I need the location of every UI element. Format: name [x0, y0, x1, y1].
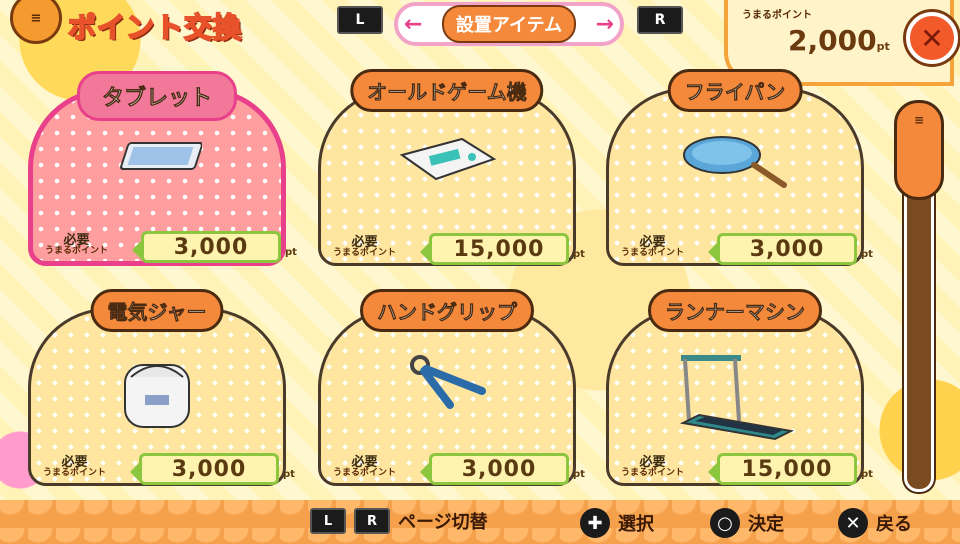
item-card-old-game-console[interactable]: オールドゲーム機 必要 うまるポイント 15,000 pt [318, 69, 585, 266]
cost-caption: 必要 うまるポイント [43, 455, 107, 478]
item-card-frying-pan[interactable]: フライパン 必要 うまるポイント 3,000 pt [606, 69, 873, 266]
item-name: 電気ジャー [90, 289, 224, 332]
category-prev-arrow-icon[interactable]: ← [404, 12, 422, 37]
cost-row: 必要 うまるポイント 3,000 pt [609, 231, 879, 271]
dpad-icon: ✚ [580, 508, 610, 538]
cost-value: 3,000 [132, 231, 281, 263]
cost-unit: pt [573, 469, 585, 480]
title-area: ≡ ポイント交換 [10, 0, 243, 50]
confirm-label: 決定 [748, 514, 784, 535]
game-console-icon [392, 131, 502, 191]
treadmill-icon [675, 351, 795, 445]
rice-cooker-icon [117, 351, 197, 437]
close-icon[interactable]: ✕ [906, 12, 958, 64]
r-shoulder-button[interactable]: R [637, 6, 683, 34]
frying-pan-icon [680, 131, 790, 195]
item-name: ランナーマシン [648, 289, 822, 332]
cost-value: 3,000 [708, 233, 857, 265]
cost-row: 必要 うまるポイント 15,000 pt [321, 231, 591, 271]
cost-caption: 必要 うまるポイント [621, 455, 685, 478]
circle-button-icon: ○ [710, 508, 740, 538]
cost-value: 15,000 [420, 233, 569, 265]
category-selector[interactable]: ← 設置アイテム → [394, 2, 624, 46]
cost-row: 必要 うまるポイント 3,000 pt [31, 451, 301, 491]
l-button-icon: L [310, 508, 346, 534]
hamster-mascot-icon: ≡ [10, 0, 62, 44]
hand-grip-icon [402, 351, 492, 415]
r-button-icon: R [354, 508, 390, 534]
item-card-rice-cooker[interactable]: 電気ジャー 必要 うまるポイント 3,000 pt [28, 289, 295, 486]
points-label: うまるポイント [742, 10, 812, 21]
cost-unit: pt [861, 469, 873, 480]
category-label: 設置アイテム [441, 5, 577, 43]
back-label: 戻る [876, 514, 912, 535]
points-unit: pt [876, 40, 890, 53]
category-next-arrow-icon[interactable]: → [596, 12, 614, 37]
points-value: 2,000pt [788, 24, 890, 57]
cost-row: 必要 うまるポイント 15,000 pt [609, 451, 879, 491]
select-hint: ✚ 選択 [580, 508, 654, 538]
item-card-hand-grip[interactable]: ハンドグリップ 必要 うまるポイント 3,000 pt [318, 289, 585, 486]
cost-unit: pt [573, 249, 585, 260]
cost-value: 3,000 [420, 453, 569, 485]
cost-caption: 必要 うまるポイント [333, 235, 397, 258]
item-name: ハンドグリップ [360, 289, 534, 332]
l-shoulder-button[interactable]: L [337, 6, 383, 34]
cost-caption: 必要 うまるポイント [621, 235, 685, 258]
cost-caption: 必要 うまるポイント [333, 455, 397, 478]
page-switch-label: ページ切替 [398, 512, 488, 533]
scrollbar-thumb[interactable]: ≡ [894, 100, 944, 200]
item-name: タブレット [76, 71, 238, 121]
control-hints-bar: L R ページ切替 ✚ 選択 ○ 決定 ✕ 戻る [0, 500, 960, 544]
item-card-tablet[interactable]: タブレット 必要 うまるポイント 3,000 pt [28, 71, 297, 266]
cost-unit: pt [283, 469, 295, 480]
cross-button-icon: ✕ [838, 508, 868, 538]
confirm-hint: ○ 決定 [710, 508, 784, 538]
tablet-icon [112, 133, 203, 187]
item-name: フライパン [667, 69, 803, 112]
page-title: ポイント交換 [67, 10, 243, 45]
select-label: 選択 [618, 514, 654, 535]
item-card-treadmill[interactable]: ランナーマシン 必要 うまるポイント 15,000 pt [606, 289, 873, 486]
cost-unit: pt [861, 249, 873, 260]
cost-value: 15,000 [708, 453, 857, 485]
cost-caption: 必要 うまるポイント [45, 233, 109, 256]
cost-value: 3,000 [130, 453, 279, 485]
cost-unit: pt [285, 247, 297, 258]
page-switch-hint: L R ページ切替 [310, 508, 488, 534]
back-hint: ✕ 戻る [838, 508, 912, 538]
item-name: オールドゲーム機 [350, 69, 544, 112]
cost-row: 必要 うまるポイント 3,000 pt [33, 229, 303, 269]
points-number: 2,000 [788, 24, 877, 57]
cost-row: 必要 うまるポイント 3,000 pt [321, 451, 591, 491]
